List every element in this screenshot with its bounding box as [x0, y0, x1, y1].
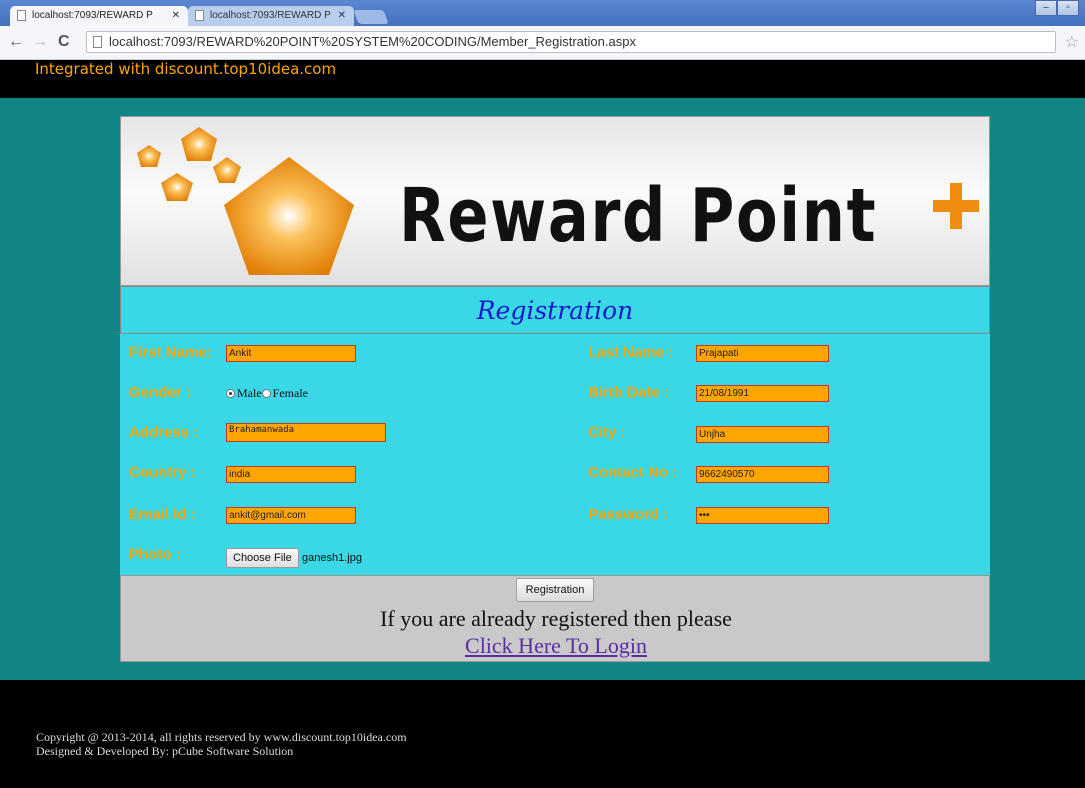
- registration-header: Registration: [120, 286, 990, 334]
- credits-line: Designed & Developed By: pCube Software …: [36, 744, 294, 758]
- page-footer: Copyright @ 2013-2014, all rights reserv…: [0, 680, 1085, 788]
- password-label: Password :: [588, 506, 669, 523]
- forward-arrow-icon[interactable]: →: [32, 33, 48, 51]
- page-icon: [17, 10, 26, 21]
- page-icon: [195, 10, 204, 21]
- country-field[interactable]: india: [226, 466, 356, 483]
- male-radio[interactable]: [226, 389, 235, 398]
- birth-date-field[interactable]: 21/08/1991: [696, 385, 829, 402]
- close-icon[interactable]: ✕: [338, 6, 346, 26]
- new-tab-button[interactable]: [353, 10, 389, 24]
- selected-filename: ganesh1.jpg: [302, 552, 362, 564]
- address-bar[interactable]: localhost:7093/REWARD%20POINT%20SYSTEM%2…: [86, 31, 1056, 53]
- female-radio[interactable]: [261, 389, 271, 398]
- contact-no-label: Contact No :: [588, 464, 678, 481]
- registration-panel: Reward Point Registration First Name: An…: [120, 116, 990, 662]
- gender-radio-group: Male Female: [226, 386, 308, 401]
- last-name-label: Last Name :: [588, 344, 674, 361]
- copyright-line: Copyright @ 2013-2014, all rights reserv…: [36, 730, 407, 744]
- reward-point-banner: Reward Point: [120, 116, 990, 286]
- integrated-text: Integrated with discount.top10idea.com: [35, 60, 337, 78]
- gender-label: Gender :: [129, 384, 191, 401]
- registration-form: First Name: Ankit Last Name : Prajapati …: [120, 334, 990, 575]
- country-label: Country :: [129, 464, 196, 481]
- password-field[interactable]: •••: [696, 507, 829, 524]
- male-label: Male: [237, 386, 262, 400]
- tab-title: localhost:7093/REWARD P: [210, 10, 331, 21]
- browser-tab-bar: localhost:7093/REWARD P ✕ localhost:7093…: [0, 0, 1085, 26]
- pentagon-logo-icon: [137, 127, 354, 275]
- back-arrow-icon[interactable]: ←: [8, 33, 24, 51]
- maximize-icon[interactable]: ▫: [1057, 0, 1079, 16]
- address-textarea[interactable]: Brahamanwada: [226, 423, 386, 442]
- reload-icon[interactable]: C: [58, 33, 70, 51]
- brand-title: Reward Point: [399, 173, 878, 259]
- url-text: localhost:7093/REWARD%20POINT%20SYSTEM%2…: [109, 34, 636, 49]
- last-name-field[interactable]: Prajapati: [696, 345, 829, 362]
- form-footer: Registration If you are already register…: [120, 575, 990, 662]
- browser-toolbar: ← → C localhost:7093/REWARD%20POINT%20SY…: [0, 26, 1085, 60]
- close-icon[interactable]: ✕: [172, 6, 180, 26]
- top-strip: Integrated with discount.top10idea.com: [0, 60, 1085, 98]
- browser-tab-active[interactable]: localhost:7093/REWARD P ✕: [10, 6, 188, 26]
- page-icon: [93, 36, 102, 48]
- address-label: Address :: [129, 424, 199, 441]
- first-name-label: First Name:: [129, 344, 212, 361]
- photo-label: Photo :: [129, 546, 181, 563]
- city-field[interactable]: Unjha: [696, 426, 829, 443]
- login-link[interactable]: Click Here To Login: [121, 633, 991, 659]
- tab-title: localhost:7093/REWARD P: [32, 10, 153, 21]
- email-field[interactable]: ankit@gmail.com: [226, 507, 356, 524]
- bookmark-star-icon[interactable]: ☆: [1065, 32, 1079, 52]
- first-name-field[interactable]: Ankit: [226, 345, 356, 362]
- city-label: City :: [588, 424, 626, 441]
- minimize-icon[interactable]: –: [1035, 0, 1057, 16]
- female-label: Female: [272, 386, 308, 400]
- choose-file-button[interactable]: Choose File: [226, 548, 299, 568]
- email-label: Email Id :: [129, 506, 196, 523]
- birth-date-label: Birth Date :: [588, 384, 669, 401]
- page-title: Registration: [476, 296, 634, 325]
- already-registered-text: If you are already registered then pleas…: [380, 606, 732, 631]
- contact-no-field[interactable]: 9662490570: [696, 466, 829, 483]
- browser-tab[interactable]: localhost:7093/REWARD P ✕: [188, 6, 354, 26]
- window-controls: – ▫: [1035, 0, 1079, 18]
- registration-button[interactable]: Registration: [516, 578, 594, 602]
- copyright-text: Copyright @ 2013-2014, all rights reserv…: [36, 730, 407, 758]
- plus-icon: [933, 183, 979, 229]
